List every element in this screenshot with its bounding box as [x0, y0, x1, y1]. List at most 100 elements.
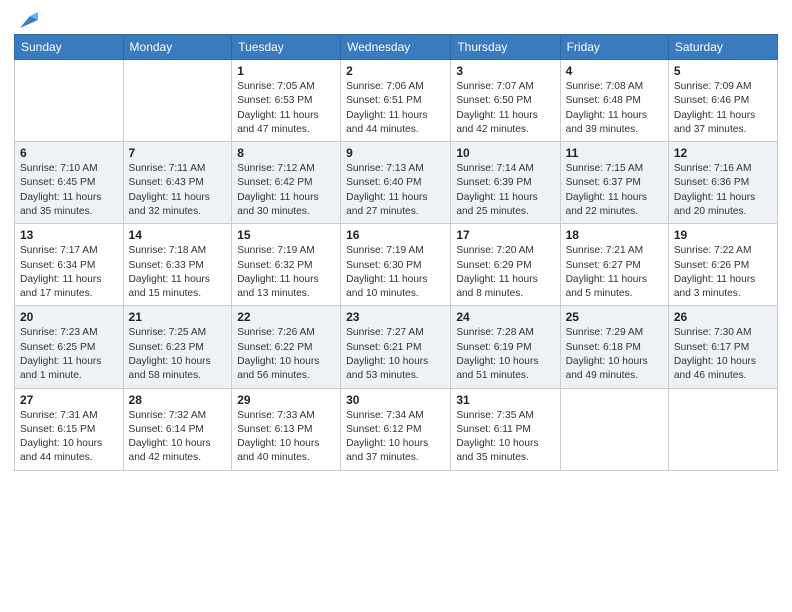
weekday-header-tuesday: Tuesday: [232, 35, 341, 60]
day-detail: Sunrise: 7:31 AMSunset: 6:15 PMDaylight:…: [20, 409, 118, 466]
day-cell-11: 11Sunrise: 7:15 AMSunset: 6:37 PMDayligh…: [560, 142, 668, 224]
day-detail: Sunrise: 7:34 AMSunset: 6:12 PMDaylight:…: [346, 409, 445, 466]
day-number: 21: [129, 310, 227, 324]
day-number: 10: [456, 146, 554, 160]
day-cell-9: 9 Sunrise: 7:13 AMSunset: 6:40 PMDaylight…: [341, 142, 451, 224]
day-number: 20: [20, 310, 118, 324]
day-cell-24: 24Sunrise: 7:28 AMSunset: 6:19 PMDayligh…: [451, 306, 560, 388]
day-detail: Sunrise: 7:33 AMSunset: 6:13 PMDaylight:…: [237, 409, 335, 466]
empty-cell: [15, 60, 124, 142]
day-detail: Sunrise: 7:22 AMSunset: 6:26 PMDaylight:…: [674, 244, 772, 301]
day-number: 12: [674, 146, 772, 160]
week-row-4: 20 Sunrise: 7:23 AMSunset: 6:25 PMDayligh…: [15, 306, 778, 388]
day-detail: Sunrise: 7:12 AMSunset: 6:42 PMDaylight:…: [237, 162, 335, 219]
day-cell-13: 13 Sunrise: 7:17 AMSunset: 6:34 PMDayligh…: [15, 224, 124, 306]
day-detail: Sunrise: 7:08 AMSunset: 6:48 PMDaylight:…: [566, 80, 663, 137]
day-number: 28: [129, 393, 227, 407]
page: SundayMondayTuesdayWednesdayThursdayFrid…: [0, 0, 792, 612]
day-number: 14: [129, 228, 227, 242]
day-number: 29: [237, 393, 335, 407]
day-cell-3: 3Sunrise: 7:07 AMSunset: 6:50 PMDaylight…: [451, 60, 560, 142]
weekday-header-sunday: Sunday: [15, 35, 124, 60]
weekday-header-saturday: Saturday: [668, 35, 777, 60]
week-row-3: 13 Sunrise: 7:17 AMSunset: 6:34 PMDayligh…: [15, 224, 778, 306]
day-detail: Sunrise: 7:25 AMSunset: 6:23 PMDaylight:…: [129, 326, 227, 383]
day-detail: Sunrise: 7:26 AMSunset: 6:22 PMDaylight:…: [237, 326, 335, 383]
day-detail: Sunrise: 7:17 AMSunset: 6:34 PMDaylight:…: [20, 244, 118, 301]
day-cell-20: 20 Sunrise: 7:23 AMSunset: 6:25 PMDayligh…: [15, 306, 124, 388]
day-detail: Sunrise: 7:30 AMSunset: 6:17 PMDaylight:…: [674, 326, 772, 383]
logo: [14, 10, 38, 28]
day-number: 1: [237, 64, 335, 78]
day-detail: Sunrise: 7:11 AMSunset: 6:43 PMDaylight:…: [129, 162, 227, 219]
day-cell-8: 8 Sunrise: 7:12 AMSunset: 6:42 PMDaylight…: [232, 142, 341, 224]
day-detail: Sunrise: 7:32 AMSunset: 6:14 PMDaylight:…: [129, 409, 227, 466]
day-cell-29: 29 Sunrise: 7:33 AMSunset: 6:13 PMDayligh…: [232, 388, 341, 470]
day-cell-7: 7 Sunrise: 7:11 AMSunset: 6:43 PMDaylight…: [123, 142, 232, 224]
day-cell-4: 4 Sunrise: 7:08 AMSunset: 6:48 PMDaylight…: [560, 60, 668, 142]
day-cell-22: 22 Sunrise: 7:26 AMSunset: 6:22 PMDayligh…: [232, 306, 341, 388]
day-cell-12: 12Sunrise: 7:16 AMSunset: 6:36 PMDayligh…: [668, 142, 777, 224]
day-cell-19: 19 Sunrise: 7:22 AMSunset: 6:26 PMDayligh…: [668, 224, 777, 306]
day-number: 11: [566, 146, 663, 160]
day-cell-31: 31 Sunrise: 7:35 AMSunset: 6:11 PMDayligh…: [451, 388, 560, 470]
day-detail: Sunrise: 7:19 AMSunset: 6:30 PMDaylight:…: [346, 244, 445, 301]
empty-cell: [123, 60, 232, 142]
day-detail: Sunrise: 7:10 AMSunset: 6:45 PMDaylight:…: [20, 162, 118, 219]
day-detail: Sunrise: 7:14 AMSunset: 6:39 PMDaylight:…: [456, 162, 554, 219]
day-number: 9: [346, 146, 445, 160]
empty-cell: [560, 388, 668, 470]
day-cell-30: 30 Sunrise: 7:34 AMSunset: 6:12 PMDayligh…: [341, 388, 451, 470]
day-number: 31: [456, 393, 554, 407]
day-detail: Sunrise: 7:18 AMSunset: 6:33 PMDaylight:…: [129, 244, 227, 301]
day-cell-28: 28 Sunrise: 7:32 AMSunset: 6:14 PMDayligh…: [123, 388, 232, 470]
weekday-header-thursday: Thursday: [451, 35, 560, 60]
logo-icon: [16, 10, 38, 32]
day-number: 18: [566, 228, 663, 242]
day-number: 26: [674, 310, 772, 324]
weekday-header-row: SundayMondayTuesdayWednesdayThursdayFrid…: [15, 35, 778, 60]
weekday-header-friday: Friday: [560, 35, 668, 60]
day-cell-21: 21 Sunrise: 7:25 AMSunset: 6:23 PMDayligh…: [123, 306, 232, 388]
week-row-2: 6 Sunrise: 7:10 AMSunset: 6:45 PMDaylight…: [15, 142, 778, 224]
day-detail: Sunrise: 7:13 AMSunset: 6:40 PMDaylight:…: [346, 162, 445, 219]
day-cell-10: 10 Sunrise: 7:14 AMSunset: 6:39 PMDayligh…: [451, 142, 560, 224]
day-detail: Sunrise: 7:06 AMSunset: 6:51 PMDaylight:…: [346, 80, 445, 137]
day-number: 8: [237, 146, 335, 160]
day-cell-23: 23 Sunrise: 7:27 AMSunset: 6:21 PMDayligh…: [341, 306, 451, 388]
day-number: 6: [20, 146, 118, 160]
day-number: 7: [129, 146, 227, 160]
day-cell-25: 25 Sunrise: 7:29 AMSunset: 6:18 PMDayligh…: [560, 306, 668, 388]
day-number: 25: [566, 310, 663, 324]
day-number: 19: [674, 228, 772, 242]
day-number: 16: [346, 228, 445, 242]
day-cell-26: 26 Sunrise: 7:30 AMSunset: 6:17 PMDayligh…: [668, 306, 777, 388]
day-number: 5: [674, 64, 772, 78]
day-detail: Sunrise: 7:35 AMSunset: 6:11 PMDaylight:…: [456, 409, 554, 466]
weekday-header-wednesday: Wednesday: [341, 35, 451, 60]
day-detail: Sunrise: 7:27 AMSunset: 6:21 PMDaylight:…: [346, 326, 445, 383]
day-cell-16: 16 Sunrise: 7:19 AMSunset: 6:30 PMDayligh…: [341, 224, 451, 306]
day-number: 13: [20, 228, 118, 242]
week-row-5: 27 Sunrise: 7:31 AMSunset: 6:15 PMDayligh…: [15, 388, 778, 470]
week-row-1: 1Sunrise: 7:05 AMSunset: 6:53 PMDaylight…: [15, 60, 778, 142]
day-number: 23: [346, 310, 445, 324]
empty-cell: [668, 388, 777, 470]
day-number: 27: [20, 393, 118, 407]
day-cell-1: 1Sunrise: 7:05 AMSunset: 6:53 PMDaylight…: [232, 60, 341, 142]
day-cell-6: 6 Sunrise: 7:10 AMSunset: 6:45 PMDaylight…: [15, 142, 124, 224]
day-cell-27: 27 Sunrise: 7:31 AMSunset: 6:15 PMDayligh…: [15, 388, 124, 470]
day-detail: Sunrise: 7:29 AMSunset: 6:18 PMDaylight:…: [566, 326, 663, 383]
day-number: 22: [237, 310, 335, 324]
day-detail: Sunrise: 7:07 AMSunset: 6:50 PMDaylight:…: [456, 80, 554, 137]
calendar-table: SundayMondayTuesdayWednesdayThursdayFrid…: [14, 34, 778, 471]
day-number: 4: [566, 64, 663, 78]
day-detail: Sunrise: 7:19 AMSunset: 6:32 PMDaylight:…: [237, 244, 335, 301]
day-cell-5: 5Sunrise: 7:09 AMSunset: 6:46 PMDaylight…: [668, 60, 777, 142]
day-detail: Sunrise: 7:23 AMSunset: 6:25 PMDaylight:…: [20, 326, 118, 383]
day-cell-2: 2Sunrise: 7:06 AMSunset: 6:51 PMDaylight…: [341, 60, 451, 142]
day-cell-14: 14 Sunrise: 7:18 AMSunset: 6:33 PMDayligh…: [123, 224, 232, 306]
day-number: 30: [346, 393, 445, 407]
day-detail: Sunrise: 7:20 AMSunset: 6:29 PMDaylight:…: [456, 244, 554, 301]
day-detail: Sunrise: 7:21 AMSunset: 6:27 PMDaylight:…: [566, 244, 663, 301]
